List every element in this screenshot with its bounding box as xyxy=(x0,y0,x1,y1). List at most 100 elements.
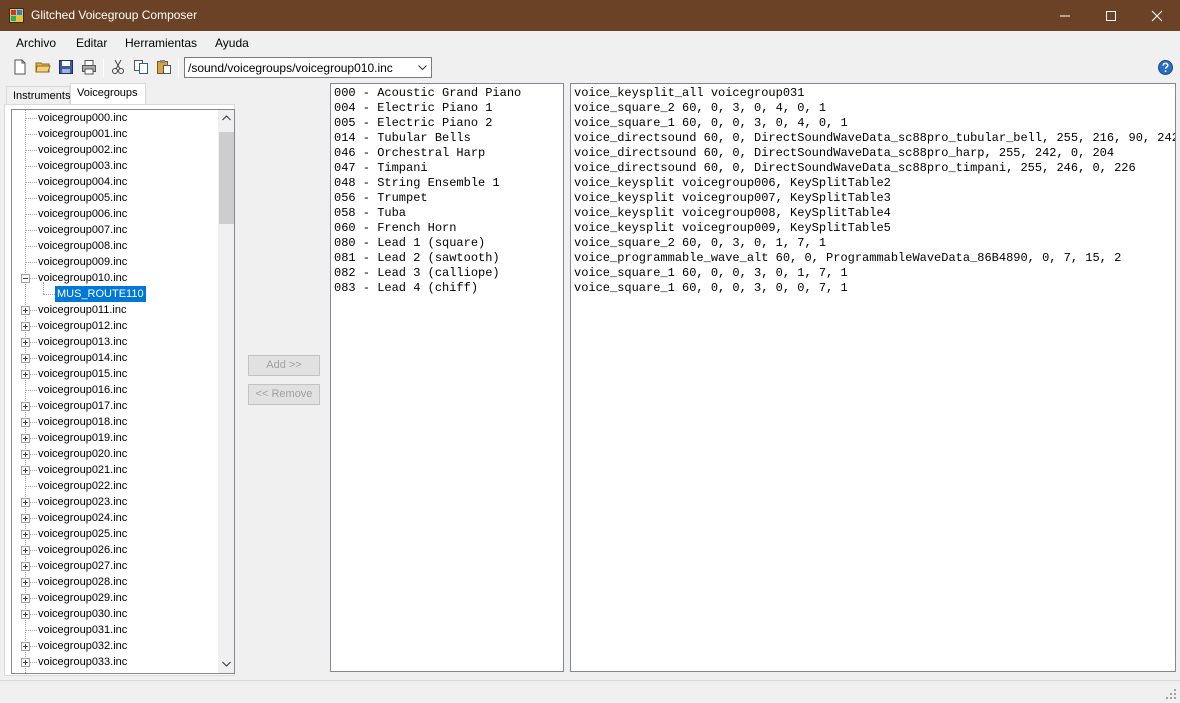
tree-item[interactable]: voicegroup029.inc xyxy=(12,590,218,606)
open-folder-icon[interactable] xyxy=(35,59,51,75)
tree-item[interactable]: voicegroup021.inc xyxy=(12,462,218,478)
voice-line[interactable]: voice_square_2 60, 0, 3, 0, 4, 0, 1 xyxy=(574,101,826,116)
expand-icon[interactable] xyxy=(21,562,30,571)
expand-icon[interactable] xyxy=(21,658,30,667)
scroll-thumb[interactable] xyxy=(219,132,234,224)
tree-item[interactable]: voicegroup013.inc xyxy=(12,334,218,350)
voicegroup-tree[interactable]: voicegroup000.inc voicegroup001.inc voiceg… xyxy=(11,109,235,674)
tree-scrollbar[interactable] xyxy=(218,110,234,673)
path-combobox[interactable]: /sound/voicegroups/voicegroup010.inc xyxy=(184,57,432,78)
expand-icon[interactable] xyxy=(21,322,30,331)
tree-item[interactable]: voicegroup024.inc xyxy=(12,510,218,526)
copy-icon[interactable] xyxy=(133,59,149,75)
scroll-up-button[interactable] xyxy=(218,110,234,127)
instrument-item[interactable]: 000 - Acoustic Grand Piano xyxy=(334,86,521,101)
voice-line[interactable]: voice_square_1 60, 0, 0, 3, 0, 1, 7, 1 xyxy=(574,266,848,281)
expand-icon[interactable] xyxy=(21,402,30,411)
tree-item[interactable]: voicegroup032.inc xyxy=(12,638,218,654)
tree-item[interactable]: voicegroup026.inc xyxy=(12,542,218,558)
instrument-item[interactable]: 080 - Lead 1 (square) xyxy=(334,236,485,251)
tree-item[interactable]: voicegroup027.inc xyxy=(12,558,218,574)
tree-item[interactable]: voicegroup031.inc xyxy=(12,622,218,638)
menu-editar[interactable]: Editar xyxy=(76,36,107,50)
menu-herramientas[interactable]: Herramientas xyxy=(125,36,197,50)
tree-item[interactable]: voicegroup007.inc xyxy=(12,222,218,238)
tree-item[interactable]: voicegroup025.inc xyxy=(12,526,218,542)
voice-line[interactable]: voice_keysplit voicegroup009, KeySplitTa… xyxy=(574,221,891,236)
voice-line[interactable]: voice_square_1 60, 0, 0, 3, 0, 0, 7, 1 xyxy=(574,281,848,296)
voice-line[interactable]: voice_keysplit voicegroup006, KeySplitTa… xyxy=(574,176,891,191)
tree-item[interactable]: voicegroup022.inc xyxy=(12,478,218,494)
tree-item[interactable]: voicegroup000.inc xyxy=(12,110,218,126)
tree-item[interactable]: voicegroup001.inc xyxy=(12,126,218,142)
tab-instruments[interactable]: Instruments xyxy=(6,86,70,105)
voice-line[interactable]: voice_square_1 60, 0, 0, 3, 0, 4, 0, 1 xyxy=(574,116,848,131)
tree-item[interactable]: voicegroup017.inc xyxy=(12,398,218,414)
minimize-button[interactable] xyxy=(1042,0,1088,31)
expand-icon[interactable] xyxy=(21,530,30,539)
tree-item[interactable]: voicegroup004.inc xyxy=(12,174,218,190)
voice-line[interactable]: voice_directsound 60, 0, DirectSoundWave… xyxy=(574,146,1114,161)
tree-item[interactable]: voicegroup009.inc xyxy=(12,254,218,270)
instrument-item[interactable]: 014 - Tubular Bells xyxy=(334,131,471,146)
path-dropdown-button[interactable] xyxy=(414,58,431,77)
expand-icon[interactable] xyxy=(21,354,30,363)
add-button[interactable]: Add >> xyxy=(248,355,320,376)
print-icon[interactable] xyxy=(81,59,97,75)
instrument-item[interactable]: 083 - Lead 4 (chiff) xyxy=(334,281,478,296)
expand-icon[interactable] xyxy=(21,338,30,347)
voice-code-list[interactable]: voice_keysplit_all voicegroup031 voice_sq… xyxy=(570,83,1176,672)
tree-item[interactable]: voicegroup011.inc xyxy=(12,302,218,318)
expand-icon[interactable] xyxy=(21,594,30,603)
expand-icon[interactable] xyxy=(21,370,30,379)
voice-line[interactable]: voice_directsound 60, 0, DirectSoundWave… xyxy=(574,161,1136,176)
maximize-button[interactable] xyxy=(1088,0,1134,31)
tree-item[interactable]: voicegroup018.inc xyxy=(12,414,218,430)
help-icon[interactable] xyxy=(1158,60,1173,75)
expand-icon[interactable] xyxy=(21,418,30,427)
tree-item[interactable]: voicegroup020.inc xyxy=(12,446,218,462)
expand-icon[interactable] xyxy=(21,642,30,651)
remove-button[interactable]: << Remove xyxy=(248,384,320,405)
tree-item[interactable]: voicegroup002.inc xyxy=(12,142,218,158)
tree-child-item[interactable]: MUS_ROUTE110 xyxy=(12,282,218,302)
instrument-item[interactable]: 046 - Orchestral Harp xyxy=(334,146,485,161)
voice-line[interactable]: voice_keysplit voicegroup007, KeySplitTa… xyxy=(574,191,891,206)
expand-icon[interactable] xyxy=(21,466,30,475)
instrument-list[interactable]: 000 - Acoustic Grand Piano 004 - Electric… xyxy=(330,83,564,672)
paste-icon[interactable] xyxy=(156,59,172,75)
instrument-item[interactable]: 047 - Timpani xyxy=(334,161,428,176)
tree-item[interactable]: voicegroup030.inc xyxy=(12,606,218,622)
voice-line[interactable]: voice_square_2 60, 0, 3, 0, 1, 7, 1 xyxy=(574,236,826,251)
menu-ayuda[interactable]: Ayuda xyxy=(215,36,249,50)
voice-line[interactable]: voice_programmable_wave_alt 60, 0, Progr… xyxy=(574,251,1121,266)
voice-line[interactable]: voice_directsound 60, 0, DirectSoundWave… xyxy=(574,131,1175,146)
instrument-item[interactable]: 060 - French Horn xyxy=(334,221,456,236)
instrument-item[interactable]: 004 - Electric Piano 1 xyxy=(334,101,492,116)
menu-archivo[interactable]: Archivo xyxy=(16,36,56,50)
instrument-item[interactable]: 058 - Tuba xyxy=(334,206,406,221)
instrument-item[interactable]: 005 - Electric Piano 2 xyxy=(334,116,492,131)
tree-item[interactable]: voicegroup008.inc xyxy=(12,238,218,254)
tree-item[interactable]: voicegroup014.inc xyxy=(12,350,218,366)
instrument-item[interactable]: 056 - Trumpet xyxy=(334,191,428,206)
tree-item[interactable]: voicegroup019.inc xyxy=(12,430,218,446)
tree-item[interactable]: voicegroup028.inc xyxy=(12,574,218,590)
expand-icon[interactable] xyxy=(21,450,30,459)
tree-item[interactable]: voicegroup012.inc xyxy=(12,318,218,334)
new-file-icon[interactable] xyxy=(12,59,28,75)
tree-item[interactable]: voicegroup033.inc xyxy=(12,654,218,670)
tree-item[interactable]: voicegroup006.inc xyxy=(12,206,218,222)
voice-line[interactable]: voice_keysplit_all voicegroup031 xyxy=(574,86,804,101)
voice-line[interactable]: voice_keysplit voicegroup008, KeySplitTa… xyxy=(574,206,891,221)
resize-grip-icon[interactable] xyxy=(1165,688,1177,700)
scroll-down-button[interactable] xyxy=(218,656,234,673)
tree-item[interactable]: voicegroup003.inc xyxy=(12,158,218,174)
tree-item[interactable]: voicegroup023.inc xyxy=(12,494,218,510)
save-icon[interactable] xyxy=(58,59,74,75)
expand-icon[interactable] xyxy=(21,578,30,587)
cut-icon[interactable] xyxy=(110,59,126,75)
close-button[interactable] xyxy=(1134,0,1180,31)
tree-item[interactable]: voicegroup005.inc xyxy=(12,190,218,206)
expand-icon[interactable] xyxy=(21,434,30,443)
